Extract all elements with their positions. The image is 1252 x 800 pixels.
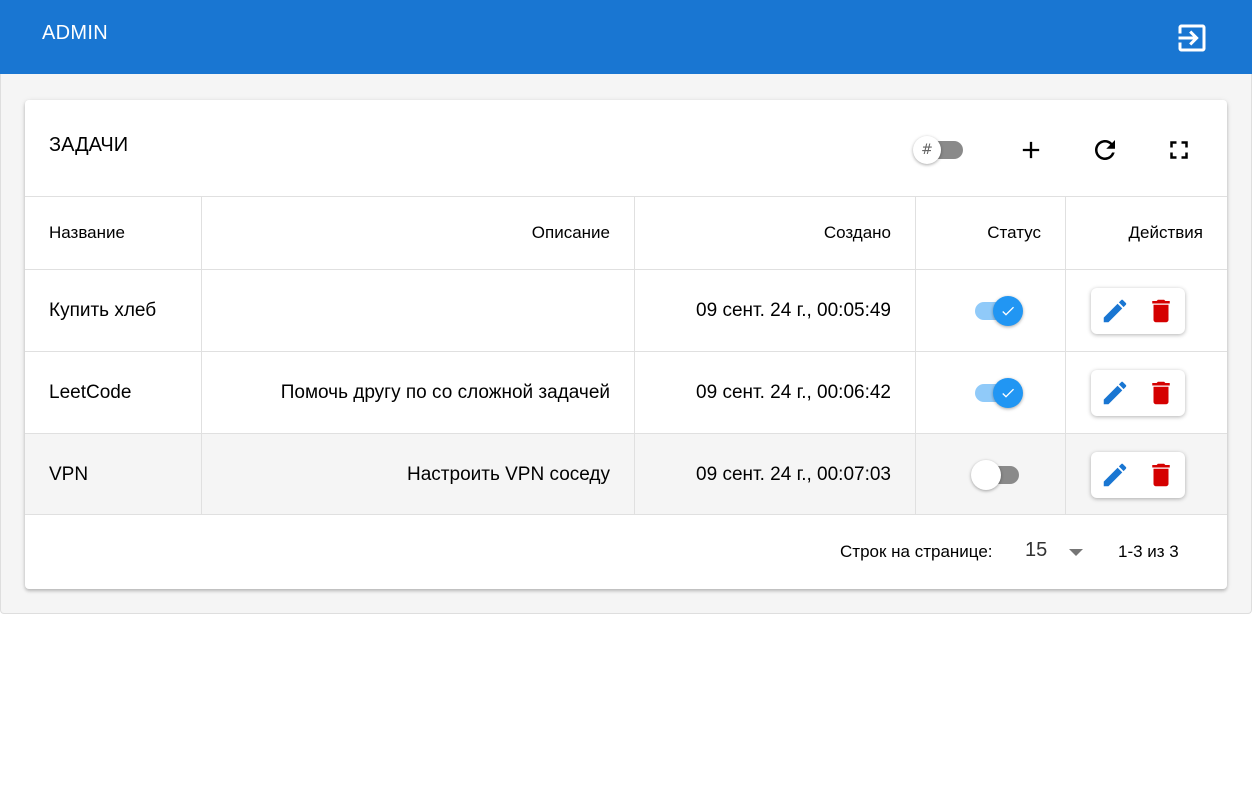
task-name: VPN (49, 463, 89, 485)
column-header-name[interactable]: Название (49, 197, 125, 269)
hash-icon: # (913, 136, 941, 164)
check-icon (1002, 388, 1014, 398)
pencil-icon (1103, 381, 1127, 405)
task-description: Настроить VPN соседу (407, 463, 610, 485)
rows-per-page-select[interactable]: 15 (1025, 535, 1089, 567)
task-created: 09 сент. 24 г., 00:06:42 (696, 381, 891, 403)
status-switch[interactable] (971, 460, 1023, 490)
logout-button[interactable] (1174, 20, 1210, 56)
column-header-actions: Действия (1128, 223, 1203, 242)
status-switch[interactable] (971, 378, 1023, 408)
rows-per-page-value: 15 (1025, 539, 1048, 561)
add-task-button[interactable] (1011, 130, 1051, 170)
table-row: VPN Настроить VPN соседу 09 сент. 24 г.,… (25, 433, 1227, 515)
table-pagination: Строк на странице: 15 1-3 из 3 (25, 514, 1227, 589)
task-created: 09 сент. 24 г., 00:07:03 (696, 463, 891, 485)
plus-icon (1022, 141, 1040, 159)
refresh-icon (1095, 140, 1115, 160)
row-actions (1091, 452, 1185, 498)
edit-button[interactable] (1099, 295, 1131, 327)
card-title: ЗАДАЧИ (49, 134, 129, 156)
pencil-icon (1103, 463, 1127, 487)
task-created: 09 сент. 24 г., 00:05:49 (696, 299, 891, 321)
app-title: ADMIN (42, 22, 108, 44)
rows-per-page-label: Строк на странице: (840, 542, 993, 561)
logout-icon (1178, 24, 1206, 52)
column-header-description[interactable]: Описание (202, 197, 610, 269)
tasks-card: ЗАДАЧИ # Название Описание Создано Стату… (25, 100, 1227, 589)
delete-button[interactable] (1145, 295, 1177, 327)
trash-icon (1152, 299, 1170, 323)
delete-button[interactable] (1145, 377, 1177, 409)
trash-icon (1152, 463, 1170, 487)
edit-button[interactable] (1099, 377, 1131, 409)
task-name: LeetCode (49, 381, 132, 403)
dense-mode-toggle[interactable]: # (913, 136, 965, 164)
edit-button[interactable] (1099, 459, 1131, 491)
table-row: Купить хлеб 09 сент. 24 г., 00:05:49 (25, 269, 1227, 351)
refresh-button[interactable] (1085, 130, 1125, 170)
task-name: Купить хлеб (49, 299, 157, 321)
table-header: Название Описание Создано Статус Действи… (25, 196, 1227, 269)
column-header-created[interactable]: Создано (635, 197, 891, 269)
app-bar: ADMIN (0, 0, 1252, 74)
fullscreen-icon (1170, 141, 1188, 159)
trash-icon (1152, 381, 1170, 405)
column-header-status[interactable]: Статус (916, 197, 1041, 269)
table-row: LeetCode Помочь другу по со сложной зада… (25, 351, 1227, 433)
status-switch[interactable] (971, 296, 1023, 326)
pagination-range: 1-3 из 3 (1118, 542, 1179, 561)
row-actions (1091, 288, 1185, 334)
task-description (202, 270, 610, 351)
fullscreen-button[interactable] (1159, 130, 1199, 170)
check-icon (1002, 306, 1014, 316)
chevron-down-icon (1069, 549, 1083, 556)
task-description: Помочь другу по со сложной задачей (280, 381, 610, 403)
row-actions (1091, 370, 1185, 416)
delete-button[interactable] (1145, 459, 1177, 491)
pencil-icon (1103, 299, 1127, 323)
